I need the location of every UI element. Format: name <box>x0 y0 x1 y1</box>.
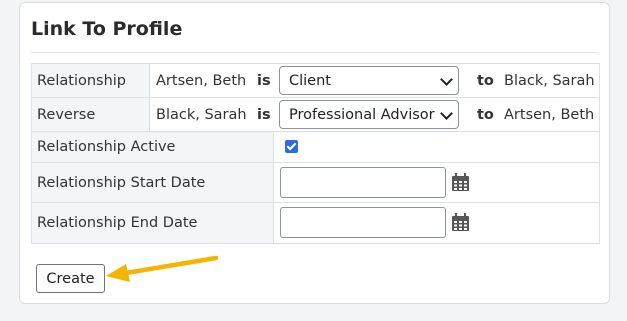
calendar-icon[interactable] <box>451 173 470 192</box>
reverse-selected-value: Professional Advisor <box>289 106 435 123</box>
relationship-from-name: Artsen, Beth <box>156 72 247 89</box>
relationship-start-date-row: Relationship Start Date <box>32 163 599 203</box>
reverse-to-name: Artsen, Beth <box>504 106 595 123</box>
relationship-to-name: Black, Sarah <box>504 72 595 89</box>
arrow-pointer-icon <box>106 255 219 282</box>
relationship-active-checkbox[interactable] <box>285 140 298 153</box>
reverse-is-word: is <box>257 106 271 123</box>
reverse-from-name: Black, Sarah <box>156 106 247 123</box>
relationship-to-word: to <box>477 72 494 89</box>
relationship-end-date-label: Relationship End Date <box>32 203 274 243</box>
chevron-down-icon <box>440 73 453 86</box>
end-date-input[interactable] <box>280 207 446 238</box>
reverse-to-word: to <box>477 106 494 123</box>
relationship-type-select[interactable]: Client <box>279 66 459 95</box>
reverse-label: Reverse <box>32 98 150 131</box>
panel-title: Link To Profile <box>31 18 183 40</box>
start-date-input[interactable] <box>280 167 446 198</box>
relationship-active-label: Relationship Active <box>32 132 274 162</box>
relationship-selected-value: Client <box>289 72 331 89</box>
calendar-icon[interactable] <box>451 213 470 232</box>
chevron-down-icon <box>440 107 453 120</box>
reverse-type-select[interactable]: Professional Advisor <box>279 100 459 129</box>
relationship-active-row: Relationship Active <box>32 132 599 163</box>
create-button[interactable]: Create <box>36 264 105 293</box>
reverse-row: Reverse Black, Sarah is Professional Adv… <box>32 98 599 132</box>
relationship-start-date-label: Relationship Start Date <box>32 163 274 202</box>
relationship-label: Relationship <box>32 64 150 97</box>
relationship-end-date-row: Relationship End Date <box>32 203 599 243</box>
title-divider <box>31 52 598 53</box>
relationship-is-word: is <box>257 72 271 89</box>
relationship-row: Relationship Artsen, Beth is Client to B… <box>32 64 599 98</box>
relationship-form-table: Relationship Artsen, Beth is Client to B… <box>31 63 600 244</box>
